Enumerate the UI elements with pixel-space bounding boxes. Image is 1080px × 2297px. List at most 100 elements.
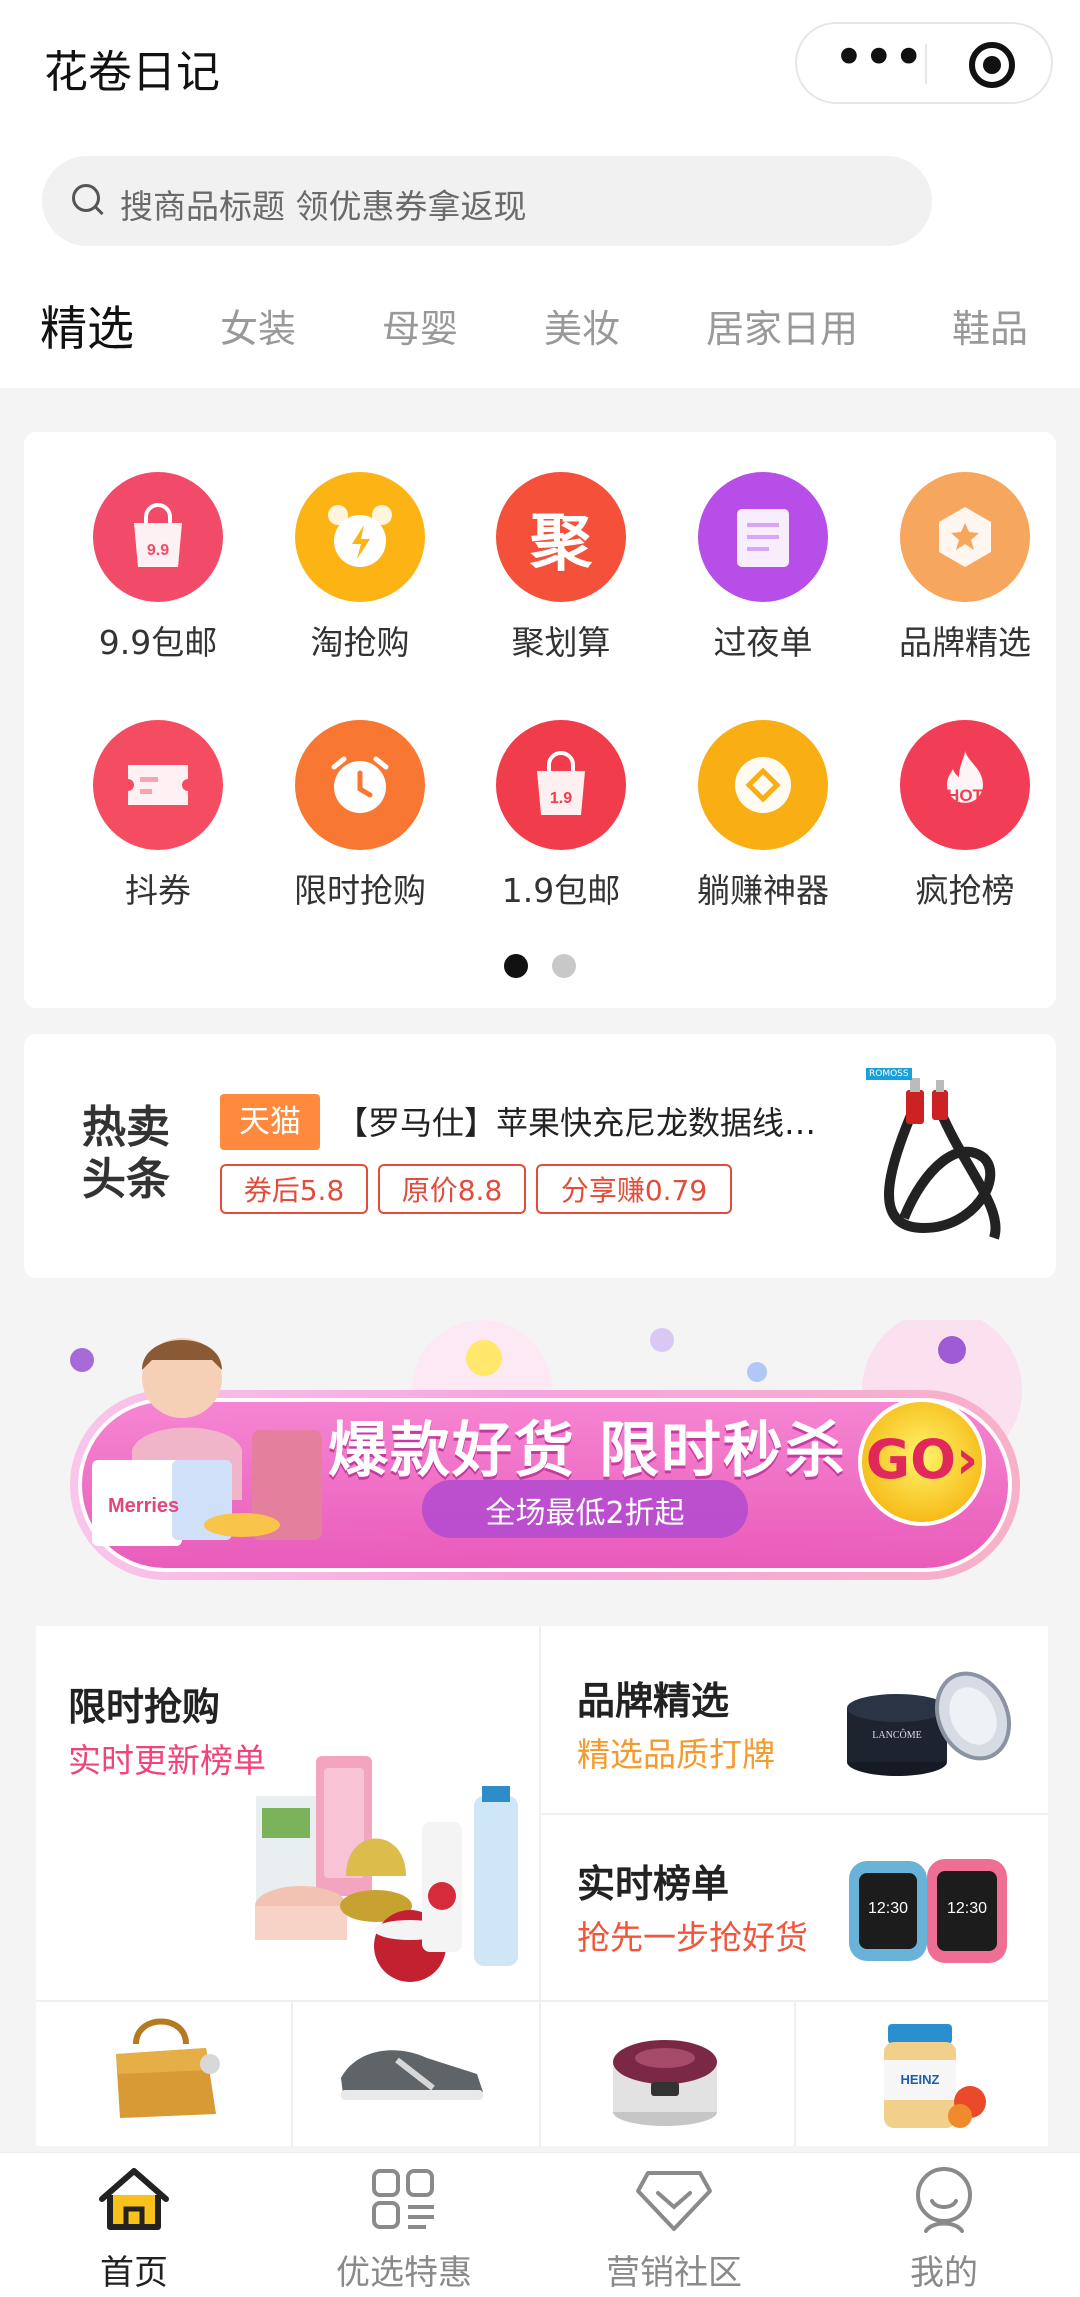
grid-list-icon: [372, 2169, 434, 2229]
feature-shishi-bangdan[interactable]: 实时榜单 抢先一步抢好货 12:30 12:30: [541, 1815, 1048, 2000]
grid-label: 聚划算: [511, 623, 611, 662]
hot-news-card[interactable]: 热卖 头条 天猫 【罗马仕】苹果快充尼龙数据线… 券后5.8 原价8.8 分享赚…: [24, 1034, 1056, 1278]
feature-title: 实时榜单: [577, 1862, 730, 1906]
grid-item-taoqianggou[interactable]: 淘抢购: [260, 472, 460, 664]
profile-icon: [916, 2167, 972, 2233]
mini-program-capsule: •••: [795, 22, 1053, 104]
merries-package-text: Merries: [108, 1495, 179, 1517]
document-icon: [698, 472, 828, 602]
record-target-icon[interactable]: [969, 42, 1015, 88]
tab-xiepin[interactable]: 鞋品: [952, 298, 1028, 353]
grid-label: 9.9包邮: [98, 623, 218, 662]
brand-mini: ROMOSS: [866, 1068, 912, 1080]
search-placeholder: 搜商品标题 领优惠券拿返现: [120, 187, 527, 226]
alarm-bolt-icon: [295, 472, 425, 602]
product-tile[interactable]: [541, 2002, 794, 2146]
grid-item-fengqiangbang[interactable]: HOT 疯抢榜: [865, 720, 1065, 912]
tabbar-label: 营销社区: [606, 2253, 742, 2293]
search-icon: [72, 184, 100, 212]
grid-item-douquan[interactable]: 抖券: [58, 720, 258, 912]
bottom-tab-bar: 首页 优选特惠 营销社区 我的: [0, 2152, 1080, 2297]
sneaker-image: [341, 2050, 483, 2100]
diamond-icon: [636, 2171, 712, 2231]
grid-label: 淘抢购: [310, 623, 410, 662]
feature-subtitle: 精选品质打牌: [577, 1735, 775, 1774]
grid-item-xianshi-qianggou[interactable]: 限时抢购: [260, 720, 460, 912]
lancome-label: LANCÔME: [872, 1729, 921, 1741]
platform-badge: 天猫: [220, 1094, 320, 1150]
tabbar-label: 我的: [910, 2253, 978, 2293]
grid-label: 过夜单: [713, 623, 813, 662]
ju-icon: 聚: [496, 472, 626, 602]
tab-muying[interactable]: 母婴: [382, 298, 458, 353]
usb-cable-image: ROMOSS: [864, 1068, 1014, 1248]
product-tile[interactable]: [36, 2002, 291, 2146]
page-dot-active[interactable]: [504, 954, 528, 978]
grid-label: 抖券: [125, 871, 191, 910]
capsule-divider: [925, 44, 927, 84]
feature-title: 限时抢购: [68, 1685, 221, 1729]
tabbar-youxuan-tehui[interactable]: 优选特惠: [304, 2165, 504, 2294]
product-tile[interactable]: [293, 2002, 539, 2146]
search-bar[interactable]: 搜商品标题 领优惠券拿返现: [42, 156, 932, 246]
go-button[interactable]: GO›: [860, 1428, 984, 1491]
page-dot[interactable]: [552, 954, 576, 978]
watch-time-1: 12:30: [868, 1900, 908, 1917]
hot-news-logo-line1: 热卖: [82, 1102, 170, 1153]
feature-title: 品牌精选: [577, 1679, 730, 1723]
feature-xianshi-qianggou[interactable]: 限时抢购 实时更新榜单: [36, 1626, 538, 2000]
rice-cooker-image: [613, 2040, 717, 2126]
heinz-label: HEINZ: [901, 2072, 940, 2087]
feature-panel: 限时抢购 实时更新榜单 品牌精选 精选品质打牌 LANCÔME 实时榜单 抢先一…: [36, 1626, 1048, 2146]
ju-icon-text: 聚: [529, 506, 592, 579]
face-cream-image: LANCÔME: [847, 1671, 1011, 1776]
grid-item-pinpai-jingxuan[interactable]: 品牌精选: [865, 472, 1065, 664]
handbag-image: [116, 2018, 220, 2118]
home-icon: [99, 2168, 169, 2230]
grid-item-tangzhuan-shenqi[interactable]: 躺赚神器: [663, 720, 863, 912]
hot-news-logo: 热卖 头条: [82, 1102, 192, 1206]
coin-icon: [698, 720, 828, 850]
hot-news-logo-line2: 头条: [82, 1154, 170, 1205]
grid-item-guoyedan[interactable]: 过夜单: [663, 472, 863, 664]
grid-label: 躺赚神器: [697, 871, 829, 910]
grid-label: 限时抢购: [294, 871, 426, 910]
more-dots-icon[interactable]: •••: [833, 30, 925, 100]
original-price-tag: 原价8.8: [378, 1164, 526, 1214]
product-tile[interactable]: HEINZ: [796, 2002, 1048, 2146]
bag-1.9-text: 1.9: [550, 790, 572, 807]
tabbar-yingxiao-shequ[interactable]: 营销社区: [574, 2165, 774, 2294]
tab-nvzhuang[interactable]: 女装: [220, 298, 296, 353]
tabbar-wode[interactable]: 我的: [844, 2165, 1044, 2294]
bag-9.9-text: 9.9: [147, 542, 169, 559]
tabbar-home[interactable]: 首页: [34, 2165, 234, 2294]
promo-banner[interactable]: Merries 爆款好货 限时秒杀 全场最低2折起 GO›: [62, 1320, 1028, 1590]
banner-headline: 爆款好货 限时秒杀: [328, 1416, 847, 1486]
ticket-icon: [93, 720, 223, 850]
grid-label: 疯抢榜: [915, 871, 1015, 910]
grid-item-juhuasuan[interactable]: 聚 聚划算: [461, 472, 661, 664]
tabbar-label: 优选特惠: [336, 2253, 472, 2293]
smartwatch-image: 12:30 12:30: [849, 1859, 1007, 1963]
watch-time-2: 12:30: [947, 1900, 987, 1917]
news-title[interactable]: 【罗马仕】苹果快充尼龙数据线…: [336, 1098, 866, 1144]
grid-item-19-baoyou[interactable]: 1.9 1.9包邮: [461, 720, 661, 912]
hot-icon-text: HOT: [947, 786, 984, 805]
bag-9.9-icon: 9.9: [93, 472, 223, 602]
grid-label: 品牌精选: [899, 623, 1031, 662]
hot-flame-icon: HOT: [900, 720, 1030, 850]
tab-meizhuang[interactable]: 美妆: [544, 298, 620, 353]
tab-jujia-riyong[interactable]: 居家日用: [706, 298, 858, 353]
coupon-price-tag: 券后5.8: [220, 1164, 368, 1214]
grid-item-99-baoyou[interactable]: 9.9 9.9包邮: [58, 472, 258, 664]
share-earn-tag: 分享赚0.79: [536, 1164, 732, 1214]
feature-pinpai-jingxuan[interactable]: 品牌精选 精选品质打牌 LANCÔME: [541, 1626, 1048, 1813]
grid-label: 1.9包邮: [501, 871, 621, 910]
banner-subtitle: 全场最低2折起: [485, 1496, 685, 1531]
category-tabs: 精选 女装 母婴 美妆 居家日用 鞋品: [0, 288, 1080, 368]
shortcut-grid: 9.9 9.9包邮 淘抢购 聚 聚划算 过夜单 品牌精选 抖券 限时抢购 1.9…: [24, 432, 1056, 1008]
tab-jingxuan[interactable]: 精选: [40, 290, 134, 359]
app-title: 花卷日记: [44, 47, 220, 98]
bag-1.9-icon: 1.9: [496, 720, 626, 850]
baby-food-jar-image: HEINZ: [884, 2024, 986, 2128]
